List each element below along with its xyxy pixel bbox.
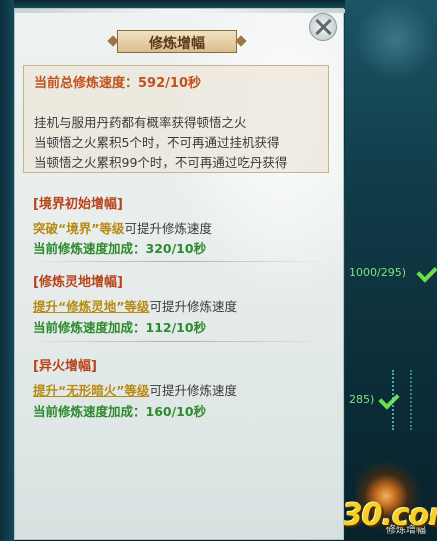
- rate-value: 160/10秒: [145, 404, 207, 419]
- info-box: 当前总修炼速度：592/10秒 挂机与服用丹药都有概率获得顿悟之火 当顿悟之火累…: [23, 65, 329, 173]
- section-title-realm: [境界初始增幅]: [33, 197, 123, 212]
- rate-label: 当前修炼速度加成：: [33, 241, 146, 256]
- section-suffix: 可提升修炼速度: [149, 383, 237, 398]
- rune-effect-icon: [392, 370, 412, 430]
- section-suffix: 可提升修炼速度: [149, 299, 237, 314]
- close-button[interactable]: [309, 13, 337, 41]
- realm-upgrade-link[interactable]: 突破“境界”等级: [33, 221, 124, 236]
- rate-label: 当前修炼速度加成：: [33, 404, 146, 419]
- section-desc-realm: 突破“境界”等级可提升修炼速度: [33, 218, 212, 237]
- background-left: [0, 0, 14, 541]
- section-rate-fire: 当前修炼速度加成：160/10秒: [33, 401, 206, 420]
- section-suffix: 可提升修炼速度: [124, 221, 212, 236]
- cultivation-boost-panel: 修炼增幅 当前总修炼速度：592/10秒 挂机与服用丹药都有概率获得顿悟之火 当…: [14, 8, 345, 540]
- section-desc-land: 提升“修炼灵地”等级可提升修炼速度: [33, 296, 237, 315]
- info-line: 挂机与服用丹药都有概率获得顿悟之火: [34, 115, 247, 130]
- section-divider: [23, 341, 329, 342]
- progress-text: 1000/295): [349, 266, 406, 279]
- rate-value: 112/10秒: [145, 320, 207, 335]
- section-rate-realm: 当前修炼速度加成：320/10秒: [33, 238, 206, 257]
- total-speed-line: 当前总修炼速度：592/10秒: [34, 72, 201, 91]
- section-title-land: [修炼灵地增幅]: [33, 275, 123, 290]
- info-line: 当顿悟之火累积5个时，不可再通过挂机获得: [34, 135, 280, 150]
- progress-text: 285): [349, 393, 375, 406]
- section-title-fire: [异火增幅]: [33, 359, 97, 374]
- panel-frame: [15, 9, 345, 13]
- fire-upgrade-link[interactable]: 提升“无形暗火”等级: [33, 383, 149, 398]
- section-rate-land: 当前修炼速度加成：112/10秒: [33, 317, 206, 336]
- game-scene: 1000/295) 285) 修炼增幅 430.com 修炼增幅 当前总修炼速度…: [0, 0, 437, 541]
- section-desc-fire: 提升“无形暗火”等级可提升修炼速度: [33, 380, 237, 399]
- total-speed-value: 592/10秒: [138, 76, 201, 91]
- land-upgrade-link[interactable]: 提升“修炼灵地”等级: [33, 299, 149, 314]
- rate-label: 当前修炼速度加成：: [33, 320, 146, 335]
- section-divider: [23, 261, 329, 262]
- panel-title-bar: 修炼增幅: [107, 29, 247, 55]
- info-line: 当顿悟之火累积99个时，不可再通过吃丹获得: [34, 155, 288, 170]
- total-speed-label: 当前总修炼速度：: [34, 76, 139, 91]
- rate-value: 320/10秒: [145, 241, 207, 256]
- panel-title: 修炼增幅: [149, 36, 205, 52]
- title-ornament-icon: [235, 35, 247, 47]
